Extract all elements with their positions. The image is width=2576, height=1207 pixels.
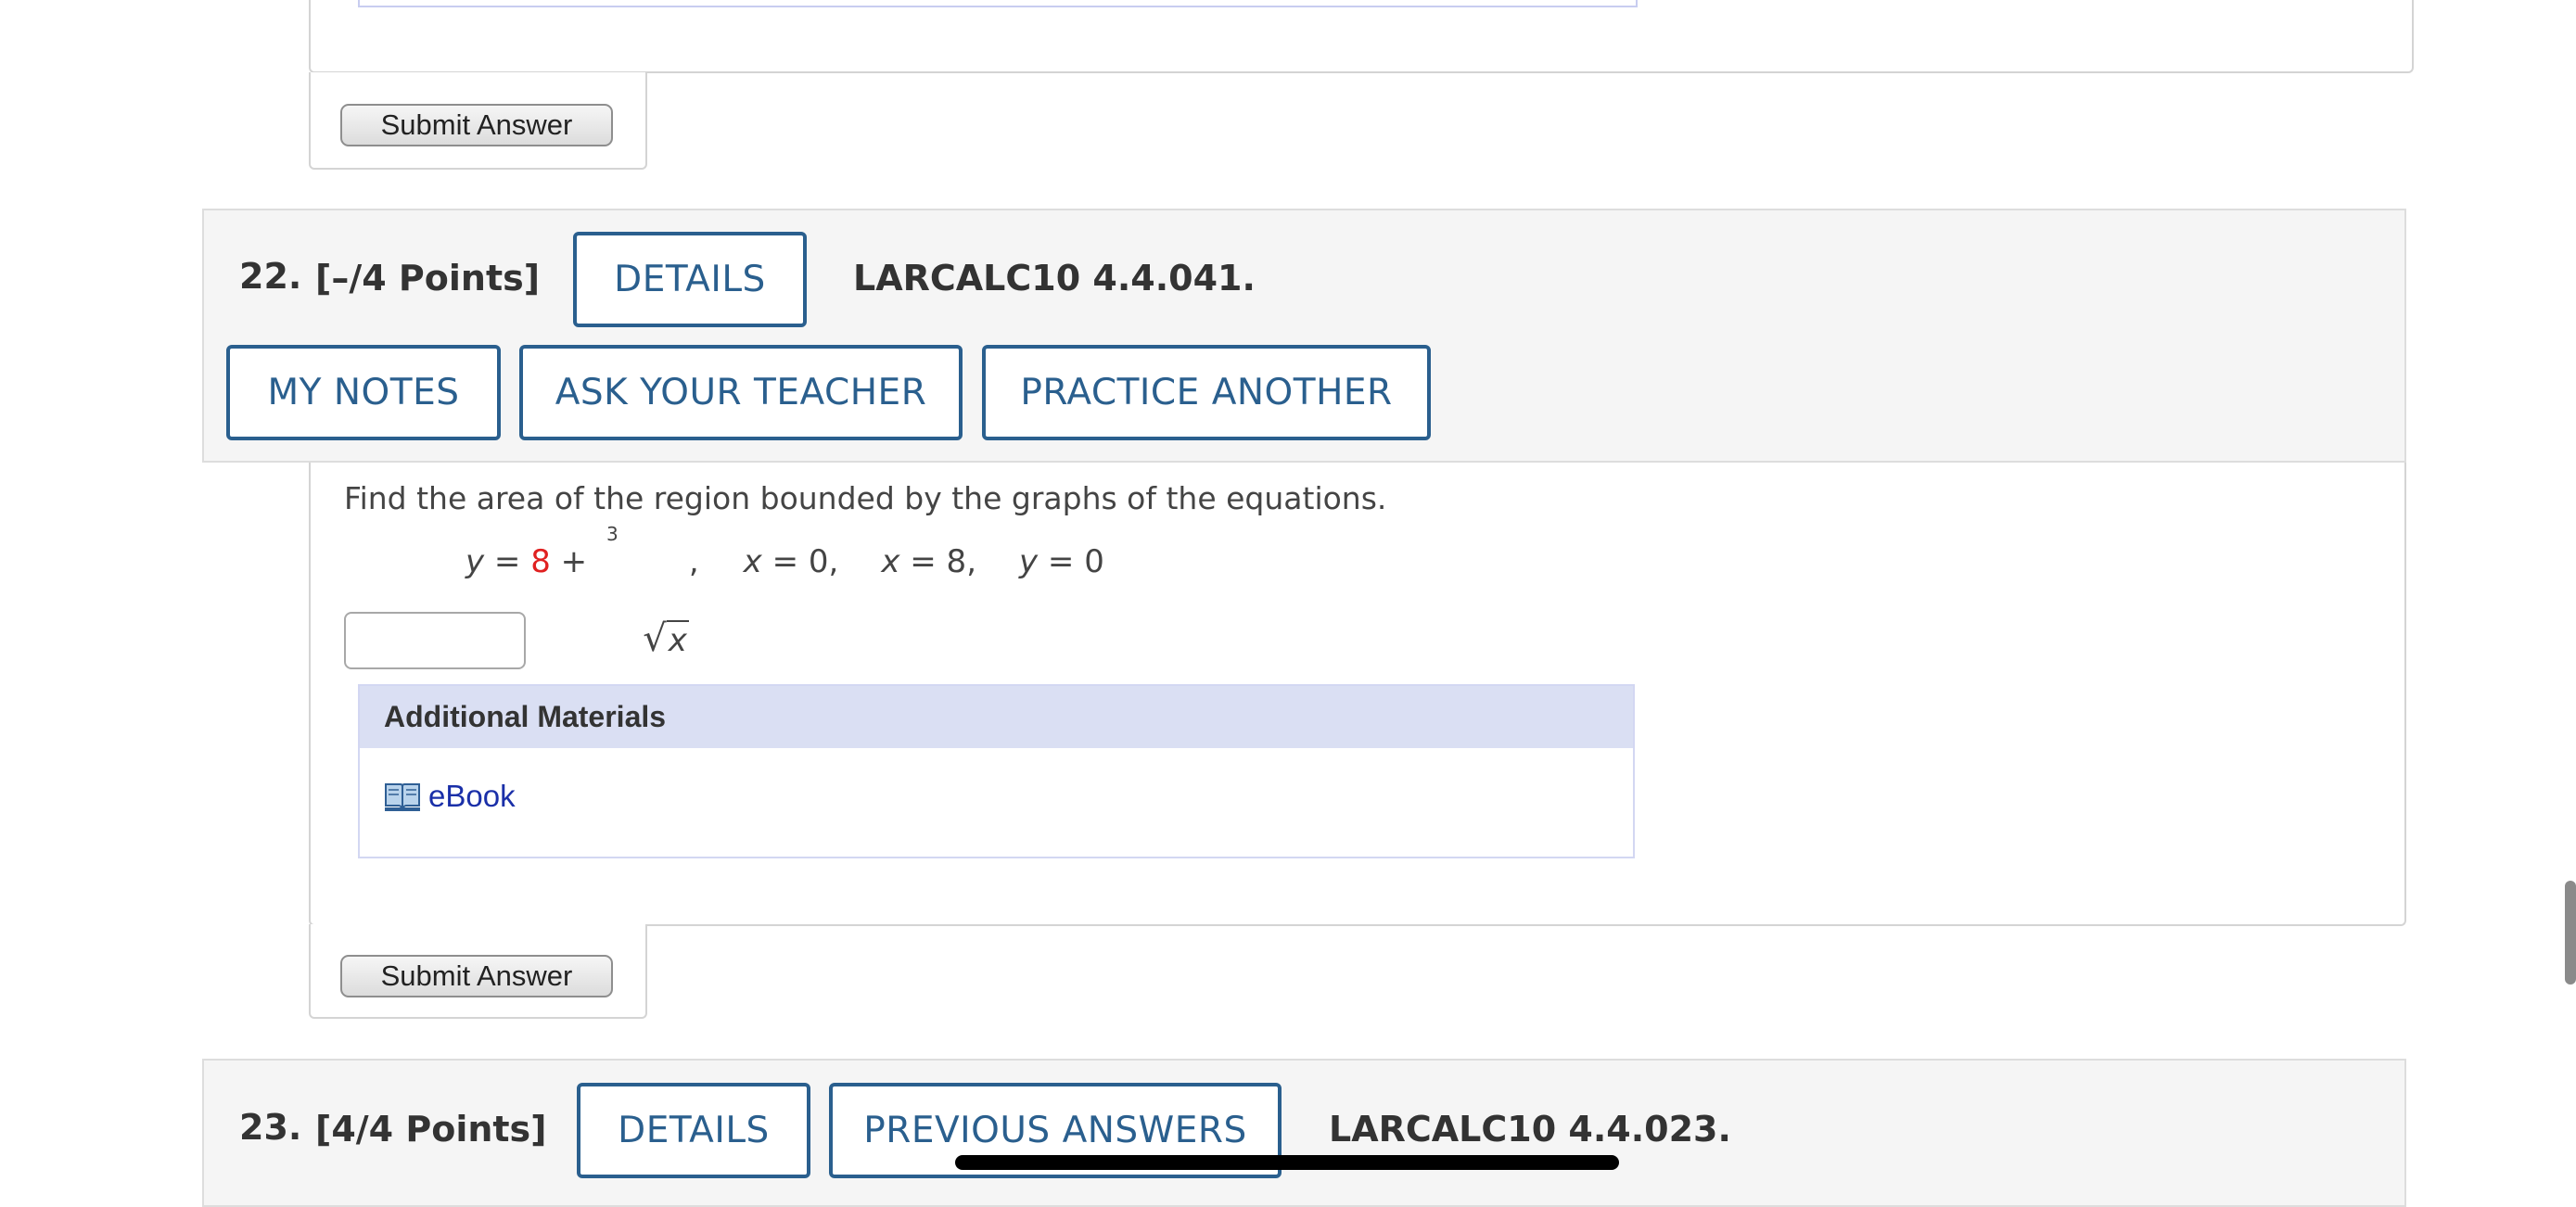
question-22-prompt: Find the area of the region bounded by t… xyxy=(344,480,1387,516)
root-argument: x xyxy=(666,620,689,659)
answer-input[interactable] xyxy=(344,612,526,669)
eq-y-zero: y = 0 xyxy=(1019,543,1104,580)
question-23-points: [4/4 Points] xyxy=(315,1109,547,1150)
additional-materials-header: Additional Materials xyxy=(360,686,1633,748)
eq-plus: + xyxy=(550,543,597,580)
eq-x-eight: x = 8, xyxy=(881,543,976,580)
eq-x-zero: x = 0, xyxy=(743,543,839,580)
my-notes-button[interactable]: MY NOTES xyxy=(226,345,501,440)
question-22-details-button[interactable]: DETAILS xyxy=(573,232,807,327)
eq-comma: , xyxy=(688,543,699,580)
root-index: 3 xyxy=(606,523,618,545)
practice-another-button[interactable]: PRACTICE ANOTHER xyxy=(982,345,1431,440)
eq-equals: = xyxy=(484,543,531,580)
radical-sign: √ xyxy=(643,617,667,660)
question-22-equation: y = 8 + 3 √x , x = 0, x = 8, y = 0 xyxy=(465,523,1104,697)
question-23-number: 23. xyxy=(239,1107,302,1148)
submit-answer-button[interactable]: Submit Answer xyxy=(340,955,613,997)
eq-constant: 8 xyxy=(530,543,551,580)
previous-question-body xyxy=(309,0,2414,73)
ebook-label: eBook xyxy=(428,779,516,813)
question-22-code: LARCALC10 4.4.041. xyxy=(853,258,1256,299)
question-23-code: LARCALC10 4.4.023. xyxy=(1329,1109,1731,1150)
question-22-points: [–/4 Points] xyxy=(315,258,541,299)
home-indicator[interactable] xyxy=(955,1155,1619,1170)
additional-materials-box: Additional Materials eBook xyxy=(358,684,1635,858)
book-icon xyxy=(384,781,421,812)
previous-additional-materials-box xyxy=(358,0,1638,7)
page-scrollbar[interactable] xyxy=(2565,881,2576,985)
previous-submit-answer-button[interactable]: Submit Answer xyxy=(340,104,613,146)
ebook-link[interactable]: eBook xyxy=(384,779,516,814)
eq-y: y xyxy=(465,543,485,580)
cube-root: 3 √x xyxy=(603,523,689,697)
ask-your-teacher-button[interactable]: ASK YOUR TEACHER xyxy=(519,345,963,440)
question-22-number: 22. xyxy=(239,256,302,297)
question-23-details-button[interactable]: DETAILS xyxy=(577,1083,810,1178)
